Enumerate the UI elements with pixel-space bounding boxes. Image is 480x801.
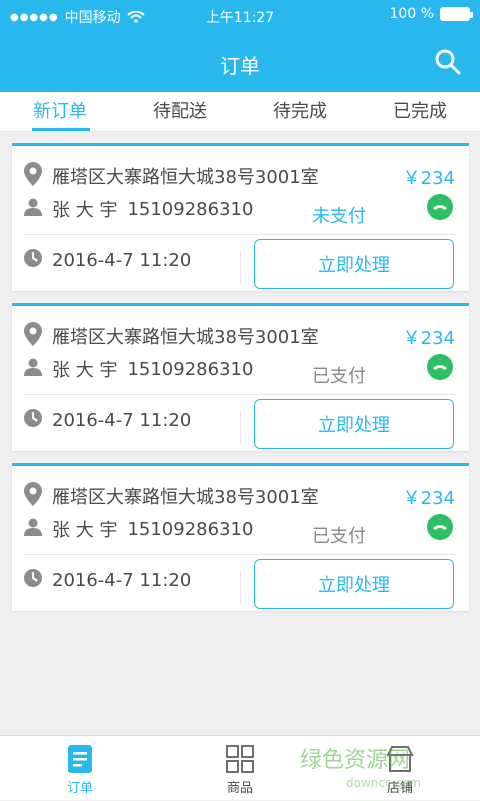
tab-new-orders[interactable]: 新订单 [0, 92, 120, 132]
order-tabs: 新订单 待配送 待完成 已完成 [0, 92, 480, 132]
vertical-divider [240, 570, 241, 604]
order-address: 雁塔区大寨路恒大城38号3001室 [52, 167, 319, 188]
payment-status: 未支付 [312, 206, 366, 227]
status-bar: ●●●●● 中国移动 上午11:27 100 % [0, 0, 480, 30]
customer-name: 张 大 宇 [52, 360, 118, 381]
clock-icon [24, 409, 42, 431]
customer-row: 张 大 宇 15109286310 [24, 516, 253, 542]
address-row: 雁塔区大寨路恒大城38号3001室 [24, 322, 319, 350]
user-icon [24, 358, 42, 380]
battery-icon [440, 7, 473, 21]
order-time: 2016-4-7 11:20 [52, 409, 192, 431]
order-time: 2016-4-7 11:20 [52, 249, 192, 271]
order-price: ￥234 [402, 168, 455, 189]
location-pin-icon [24, 482, 42, 510]
tab-pending-complete[interactable]: 待完成 [240, 92, 360, 132]
watermark-subtext: downcc.com [346, 776, 422, 790]
divider [24, 554, 457, 555]
user-icon [24, 198, 42, 220]
tab-completed[interactable]: 已完成 [360, 92, 480, 132]
tab-pending-delivery[interactable]: 待配送 [120, 92, 240, 132]
location-pin-icon [24, 162, 42, 190]
user-icon [24, 518, 42, 540]
customer-name: 张 大 宇 [52, 520, 118, 541]
watermark-text: 绿色资源网 [300, 748, 411, 773]
payment-status: 已支付 [312, 366, 366, 387]
watermark: 绿色资源网 downcc.com [300, 742, 475, 798]
call-icon[interactable] [427, 514, 453, 540]
status-right: 100 % [389, 6, 473, 22]
customer-row: 张 大 宇 15109286310 [24, 196, 253, 222]
divider [24, 234, 457, 235]
call-icon[interactable] [427, 354, 453, 380]
active-tab-indicator [32, 128, 90, 131]
nav-orders-label: 订单 [66, 781, 93, 796]
battery-percent: 100 % [389, 6, 434, 22]
order-price: ￥234 [402, 328, 455, 349]
time-row: 2016-4-7 11:20 [24, 569, 191, 591]
call-icon[interactable] [427, 194, 453, 220]
clock-icon [24, 569, 42, 591]
order-card: 雁塔区大寨路恒大城38号3001室 ￥234 张 大 宇 15109286310… [12, 143, 469, 291]
grid-icon [226, 745, 254, 777]
order-price: ￥234 [402, 488, 455, 509]
address-row: 雁塔区大寨路恒大城38号3001室 [24, 482, 319, 510]
search-icon[interactable] [434, 48, 462, 76]
page-title: 订单 [220, 54, 260, 78]
customer-name: 张 大 宇 [52, 200, 118, 221]
nav-orders[interactable]: 订单 [0, 736, 160, 801]
order-address: 雁塔区大寨路恒大城38号3001室 [52, 487, 319, 508]
payment-status: 已支付 [312, 526, 366, 547]
nav-products[interactable]: 商品 [160, 736, 320, 801]
order-card: 雁塔区大寨路恒大城38号3001室 ￥234 张 大 宇 15109286310… [12, 303, 469, 451]
order-address: 雁塔区大寨路恒大城38号3001室 [52, 327, 319, 348]
order-time: 2016-4-7 11:20 [52, 569, 192, 591]
divider [24, 394, 457, 395]
address-row: 雁塔区大寨路恒大城38号3001室 [24, 162, 319, 190]
time-row: 2016-4-7 11:20 [24, 249, 191, 271]
customer-phone: 15109286310 [127, 198, 254, 220]
customer-row: 张 大 宇 15109286310 [24, 356, 253, 382]
time-row: 2016-4-7 11:20 [24, 409, 191, 431]
process-now-button[interactable]: 立即处理 [254, 399, 454, 449]
vertical-divider [240, 410, 241, 444]
process-now-button[interactable]: 立即处理 [254, 239, 454, 289]
top-bar: ●●●●● 中国移动 上午11:27 100 % 订单 [0, 0, 480, 92]
nav-products-label: 商品 [226, 781, 253, 796]
customer-phone: 15109286310 [127, 358, 254, 380]
clock-icon [24, 249, 42, 271]
customer-phone: 15109286310 [127, 518, 254, 540]
vertical-divider [240, 250, 241, 284]
process-now-button[interactable]: 立即处理 [254, 559, 454, 609]
order-icon [68, 745, 92, 777]
order-card: 雁塔区大寨路恒大城38号3001室 ￥234 张 大 宇 15109286310… [12, 463, 469, 611]
location-pin-icon [24, 322, 42, 350]
